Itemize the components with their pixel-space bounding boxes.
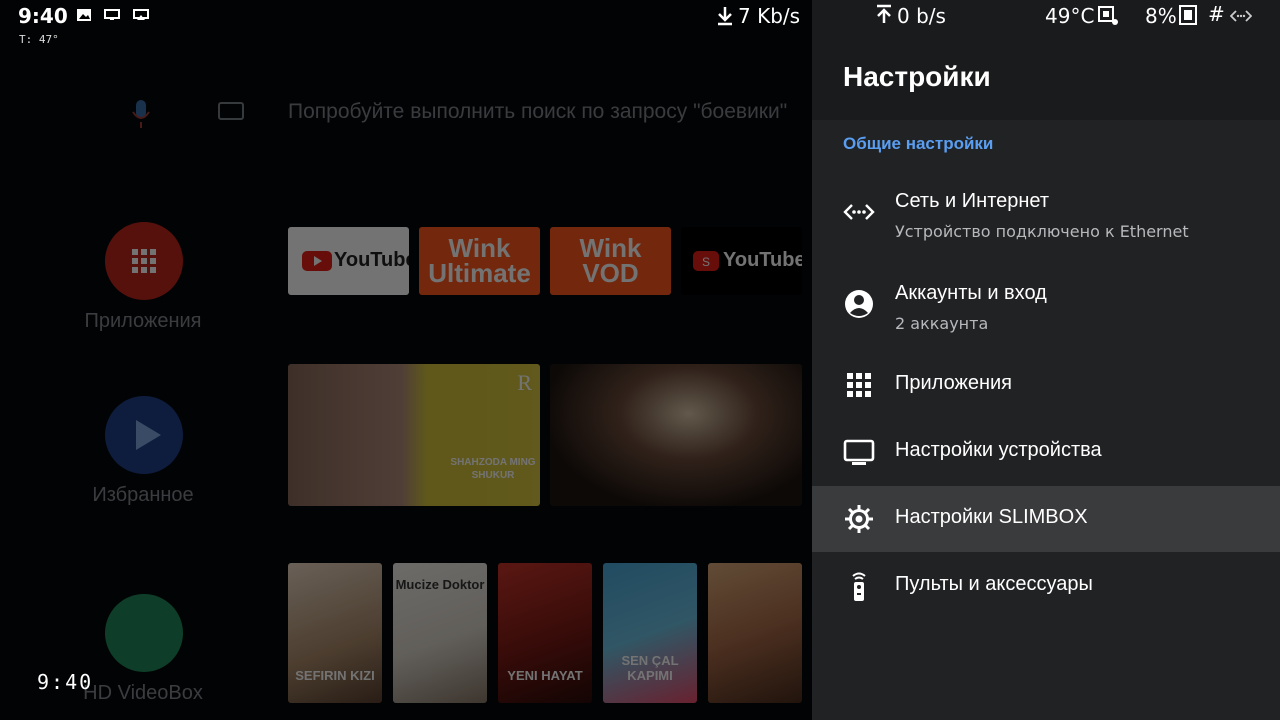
settings-item-slimbox[interactable]: Настройки SLIMBOX	[812, 486, 1280, 552]
app-tile-youtube[interactable]: YouTube	[288, 227, 409, 295]
apps-grid-icon	[847, 373, 871, 397]
sidebar-apps-label[interactable]: Приложения	[43, 310, 243, 333]
app-tile-wink-ultimate[interactable]: Wink Ultimate	[419, 227, 540, 295]
poster-label: SEN ÇAL KAPIMI	[621, 653, 679, 683]
settings-item-label: Настройки SLIMBOX	[895, 506, 1088, 528]
keyboard-icon[interactable]	[218, 102, 244, 120]
app-tile-wink-ultimate-label: Wink Ultimate	[428, 233, 531, 288]
play-circle-icon[interactable]	[105, 396, 183, 474]
gear-icon	[845, 505, 873, 533]
poster-drama[interactable]	[708, 563, 802, 703]
settings-item-apps[interactable]: Приложения	[812, 352, 1280, 418]
cast-screen-icon	[104, 9, 120, 20]
remote-icon	[852, 572, 866, 601]
settings-section-general: Общие настройки	[843, 134, 994, 153]
hash-indicator: #	[1208, 2, 1225, 26]
svg-text:S: S	[702, 255, 710, 269]
microphone-icon[interactable]	[130, 98, 152, 130]
settings-item-label: Сеть и Интернет	[895, 190, 1050, 212]
airplay-icon	[133, 9, 149, 20]
settings-item-subtitle: 2 аккаунта	[895, 314, 989, 333]
youtube-logo-icon	[302, 251, 332, 271]
settings-item-label: Пульты и аксессуары	[895, 573, 1093, 595]
settings-item-device[interactable]: Настройки устройства	[812, 419, 1280, 485]
download-icon	[718, 7, 732, 26]
small-temperature: T: 47°	[19, 33, 59, 46]
apps-circle-icon[interactable]	[105, 222, 183, 300]
network-icon	[843, 204, 875, 220]
settings-panel: Настройки Общие настройки Сеть и Интерне…	[812, 0, 1280, 720]
account-icon	[845, 290, 873, 318]
app-tile-wink-vod-label: Wink VOD	[579, 233, 642, 288]
poster-label: YENI HAYAT	[507, 668, 583, 683]
status-time: 9:40	[18, 4, 68, 28]
cpu-load-icon	[1179, 5, 1197, 25]
download-speed: 7 Kb/s	[738, 4, 801, 28]
settings-item-label: Аккаунты и вход	[895, 282, 1047, 304]
search-bar[interactable]: Попробуйте выполнить поиск по запросу "б…	[0, 92, 812, 132]
settings-item-subtitle: Устройство подключено к Ethernet	[895, 222, 1189, 241]
settings-item-accounts[interactable]: Аккаунты и вход 2 аккаунта	[812, 272, 1280, 344]
launcher-clock: 9:40	[37, 670, 94, 694]
tv-icon	[843, 439, 875, 465]
r-logo-icon: R	[517, 370, 532, 395]
cpu-load: 8%	[1145, 4, 1177, 28]
poster-label: SEFIRIN KIZI	[295, 668, 375, 683]
settings-title: Настройки	[843, 61, 991, 92]
poster-yeni-hayat[interactable]: YENI HAYAT	[498, 563, 592, 703]
app-tile-youtube-tv[interactable]: S YouTube	[681, 227, 802, 295]
poster-sefirin-kizi[interactable]: SEFIRIN KIZI	[288, 563, 382, 703]
upload-icon	[877, 4, 891, 23]
videobox-circle-icon[interactable]	[105, 594, 183, 672]
youtube-tv-logo-icon: S	[693, 251, 719, 271]
preview-card-video[interactable]	[550, 364, 802, 506]
ethernet-icon	[1230, 10, 1252, 22]
upload-speed: 0 b/s	[897, 4, 946, 28]
app-tile-wink-vod[interactable]: Wink VOD	[550, 227, 671, 295]
poster-sen-cal-kapimi[interactable]: SEN ÇAL KAPIMI	[603, 563, 697, 703]
cpu-temperature-icon	[1098, 6, 1118, 25]
preview-card-title: SHAHZODA MING SHUKUR	[450, 457, 536, 481]
settings-item-network[interactable]: Сеть и Интернет Устройство подключено к …	[812, 180, 1280, 252]
preview-card-shahzoda[interactable]: R SHAHZODA MING SHUKUR	[288, 364, 540, 506]
poster-label: Mucize Doktor	[395, 577, 485, 592]
poster-mucize-doktor[interactable]: Mucize Doktor	[393, 563, 487, 703]
settings-item-label: Настройки устройства	[895, 439, 1102, 461]
image-notification-icon	[77, 9, 91, 21]
cpu-temperature: 49°C	[1045, 4, 1095, 28]
settings-item-remotes[interactable]: Пульты и аксессуары	[812, 553, 1280, 619]
app-tile-youtube-tv-label: YouTube	[723, 249, 802, 271]
settings-item-label: Приложения	[895, 372, 1013, 394]
status-bar: 9:40 7 Kb/s 0 b/s 49°C 8% #	[0, 0, 1280, 32]
app-tile-youtube-label: YouTube	[334, 249, 409, 271]
search-placeholder[interactable]: Попробуйте выполнить поиск по запросу "б…	[288, 100, 787, 124]
sidebar-favorites-label[interactable]: Избранное	[43, 484, 243, 507]
launcher-home: Попробуйте выполнить поиск по запросу "б…	[0, 0, 812, 720]
